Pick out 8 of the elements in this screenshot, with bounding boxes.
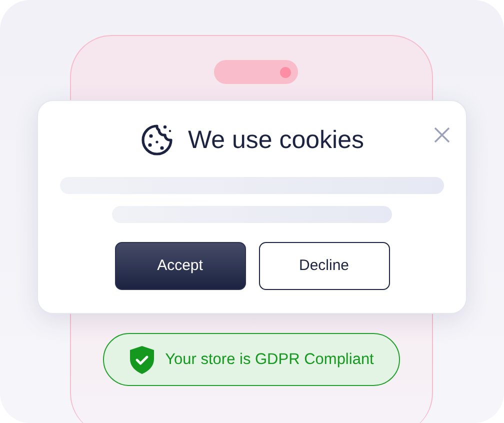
camera-dot [280, 67, 291, 78]
shield-check-icon [129, 344, 156, 374]
compliance-text: Your store is GDPR Compliant [165, 350, 374, 370]
dialog-title: We use cookies [188, 125, 364, 155]
close-icon[interactable] [434, 127, 450, 143]
accept-button[interactable]: Accept [114, 242, 246, 290]
cookie-icon [140, 123, 174, 157]
decline-button[interactable]: Decline [258, 242, 390, 290]
